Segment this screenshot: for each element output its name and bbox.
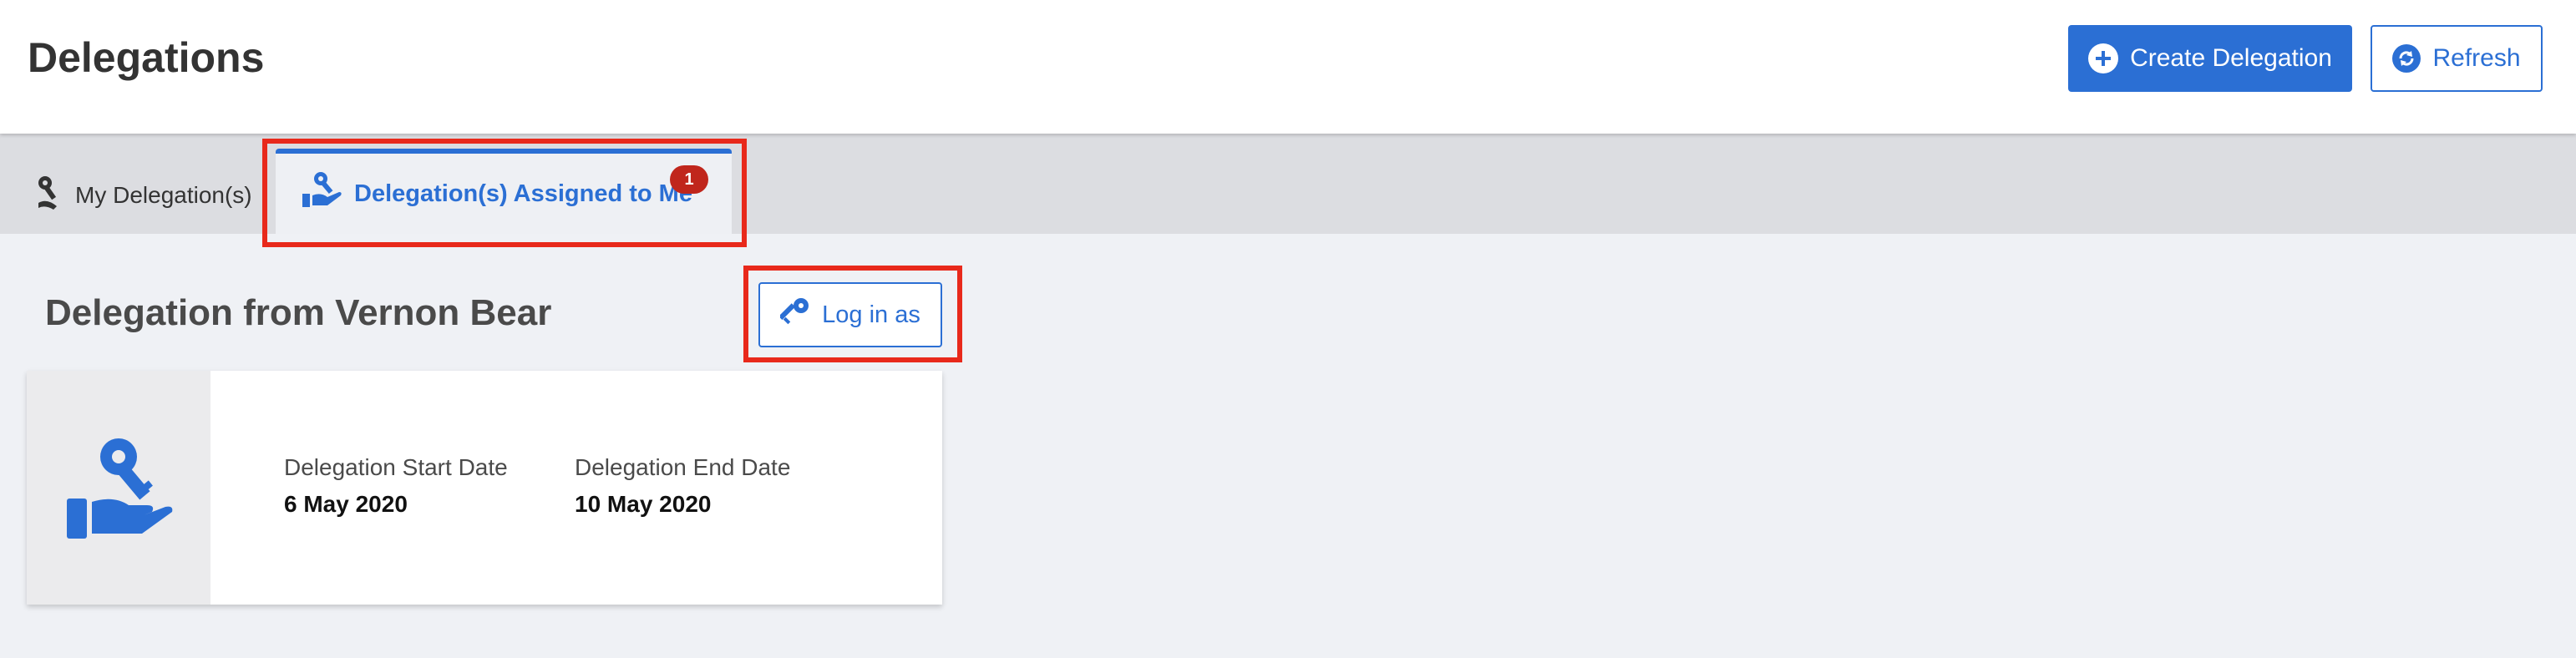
tab-my-delegations-label: My Delegation(s) [75,182,252,208]
key-hand-icon [301,170,344,217]
start-date-value: 6 May 2020 [284,491,408,517]
page-title: Delegations [28,34,265,81]
delegation-card: Delegation Start Date 6 May 2020 Delegat… [27,371,942,605]
refresh-icon [2392,44,2421,73]
refresh-label: Refresh [2432,44,2521,72]
page-header: Delegations Create Delegation Refresh [0,0,2576,134]
refresh-button[interactable]: Refresh [2371,25,2543,92]
tab-assigned-to-me[interactable]: Delegation(s) Assigned to Me [276,149,732,234]
delegation-title: Delegation from Vernon Bear [45,292,552,333]
create-delegation-label: Create Delegation [2130,44,2332,72]
start-date-field: Delegation Start Date 6 May 2020 [284,454,508,518]
card-body: Delegation Start Date 6 May 2020 Delegat… [210,371,942,605]
plus-circle-icon [2088,43,2119,73]
create-delegation-button[interactable]: Create Delegation [2068,25,2352,92]
end-date-label: Delegation End Date [575,454,791,480]
key-hand-icon [33,175,67,217]
end-date-field: Delegation End Date 10 May 2020 [575,454,790,518]
card-icon-panel [27,371,210,605]
end-date-value: 10 May 2020 [575,491,712,517]
assigned-count-badge: 1 [670,165,708,194]
tab-my-delegations[interactable]: My Delegation(s) [33,170,252,220]
log-in-as-button[interactable]: Log in as [758,282,942,347]
key-icon [778,296,812,334]
start-date-label: Delegation Start Date [284,454,508,480]
key-hand-icon [60,432,177,544]
tab-assigned-to-me-label: Delegation(s) Assigned to Me [354,180,692,207]
log-in-as-label: Log in as [822,301,920,328]
